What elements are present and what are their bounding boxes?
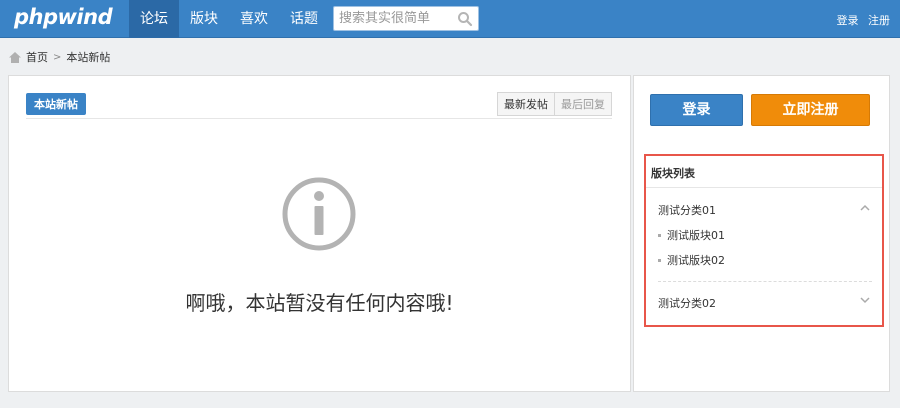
category-name: 测试分类01 (658, 204, 716, 217)
bullet (658, 233, 661, 237)
main-content: 本站新帖 最新发帖 最后回复 啊哦，本站暂没有任何内容哦! (8, 75, 631, 392)
account-links: 登录 注册 (831, 12, 891, 28)
register-button[interactable]: 立即注册 (751, 94, 870, 126)
top-navbar: phpwind 论坛 版块 喜欢 话题 登录 注册 (0, 0, 900, 38)
board-name: 测试版块02 (667, 254, 725, 267)
chevron-up-icon[interactable] (860, 204, 870, 211)
info-icon (282, 177, 356, 251)
login-button[interactable]: 登录 (650, 94, 743, 126)
bullet (658, 258, 661, 262)
divider (658, 281, 872, 282)
chevron-right-icon: > (53, 51, 62, 63)
board-item[interactable]: 测试版块01 (658, 227, 725, 243)
board-name: 测试版块01 (667, 229, 725, 242)
search-input[interactable] (334, 7, 452, 30)
sidebar: 登录 立即注册 版块列表 测试分类01 测试版块01 测试版块02 测试分类02 (633, 75, 890, 392)
sort-tabs: 最新发帖 最后回复 (497, 92, 612, 116)
divider (26, 118, 612, 119)
register-link[interactable]: 注册 (868, 14, 890, 27)
category-name: 测试分类02 (658, 297, 716, 310)
nav-item-topics[interactable]: 话题 (279, 0, 329, 38)
search-box (333, 6, 479, 31)
phpwind-logo[interactable]: phpwind (14, 5, 113, 29)
home-icon (9, 51, 21, 63)
nav-item-likes[interactable]: 喜欢 (229, 0, 279, 38)
breadcrumb-home[interactable]: 首页 (26, 49, 48, 65)
breadcrumb-current: 本站新帖 (66, 51, 111, 64)
nav-item-boards[interactable]: 版块 (179, 0, 229, 38)
category-item[interactable]: 测试分类02 (658, 295, 870, 311)
category-item[interactable]: 测试分类01 (658, 202, 870, 218)
sort-latest-posts[interactable]: 最新发帖 (497, 92, 555, 116)
main-nav: 论坛 版块 喜欢 话题 (129, 0, 329, 38)
breadcrumb: 首页 > 本站新帖 (8, 49, 110, 65)
divider (646, 187, 882, 188)
board-item[interactable]: 测试版块02 (658, 252, 725, 268)
nav-item-forum[interactable]: 论坛 (129, 0, 179, 38)
search-icon[interactable] (457, 11, 473, 27)
login-link[interactable]: 登录 (837, 14, 859, 27)
forum-list-panel: 版块列表 测试分类01 测试版块01 测试版块02 测试分类02 (644, 154, 884, 327)
section-tab-new-posts[interactable]: 本站新帖 (26, 93, 86, 115)
sort-last-reply[interactable]: 最后回复 (555, 92, 612, 116)
forum-list-title: 版块列表 (651, 167, 695, 180)
chevron-down-icon[interactable] (860, 297, 870, 304)
empty-message: 啊哦，本站暂没有任何内容哦! (185, 291, 454, 315)
